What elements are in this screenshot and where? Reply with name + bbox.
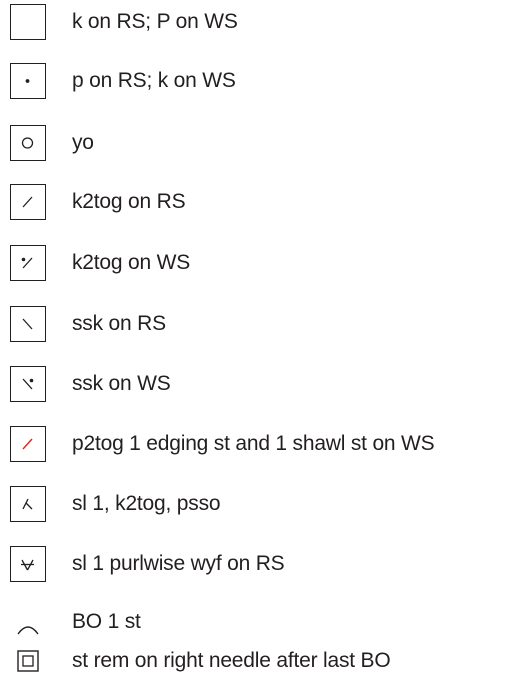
legend-item-knit: k on RS; P on WS: [0, 4, 508, 44]
legend-label: k on RS; P on WS: [72, 10, 238, 33]
legend-item-k2tog-ws: k2tog on WS: [0, 245, 508, 285]
legend-item-purl: p on RS; k on WS: [0, 63, 508, 103]
bind-off-arc-icon: [14, 612, 42, 640]
legend-label: p2tog 1 edging st and 1 shawl st on WS: [72, 432, 435, 455]
slip-wyf-icon: [10, 546, 46, 582]
legend-item-st-rem: st rem on right needle after last BO: [0, 643, 508, 683]
legend-label: BO 1 st: [72, 610, 141, 633]
legend-label: ssk on RS: [72, 312, 166, 335]
left-slant-icon: [10, 306, 46, 342]
legend-label: sl 1, k2tog, psso: [72, 492, 221, 515]
legend-item-ssk-rs: ssk on RS: [0, 306, 508, 346]
legend-label: st rem on right needle after last BO: [72, 649, 391, 672]
knitting-chart-key: k on RS; P on WS p on RS; k on WS yo k2t…: [0, 0, 508, 683]
legend-label: k2tog on RS: [72, 190, 186, 213]
right-slant-dot-icon: [10, 245, 46, 281]
nested-square-icon: [14, 647, 42, 675]
legend-item-yarn-over: yo: [0, 125, 508, 165]
dot-icon: [10, 63, 46, 99]
right-slant-icon: [10, 184, 46, 220]
legend-item-sk2p: sl 1, k2tog, psso: [0, 486, 508, 526]
left-slant-dot-icon: [10, 366, 46, 402]
legend-label: yo: [72, 131, 94, 154]
legend-label: sl 1 purlwise wyf on RS: [72, 552, 285, 575]
legend-item-k2tog-rs: k2tog on RS: [0, 184, 508, 224]
legend-item-slip-wyf: sl 1 purlwise wyf on RS: [0, 546, 508, 586]
legend-item-ssk-ws: ssk on WS: [0, 366, 508, 406]
double-decrease-icon: [10, 486, 46, 522]
red-right-slant-icon: [10, 426, 46, 462]
legend-label: k2tog on WS: [72, 251, 191, 274]
legend-label: ssk on WS: [72, 372, 171, 395]
legend-label: p on RS; k on WS: [72, 69, 236, 92]
legend-item-bind-off: BO 1 st: [0, 604, 508, 644]
circle-icon: [10, 125, 46, 161]
blank-square-icon: [10, 4, 46, 40]
legend-item-p2tog-edging: p2tog 1 edging st and 1 shawl st on WS: [0, 426, 508, 466]
